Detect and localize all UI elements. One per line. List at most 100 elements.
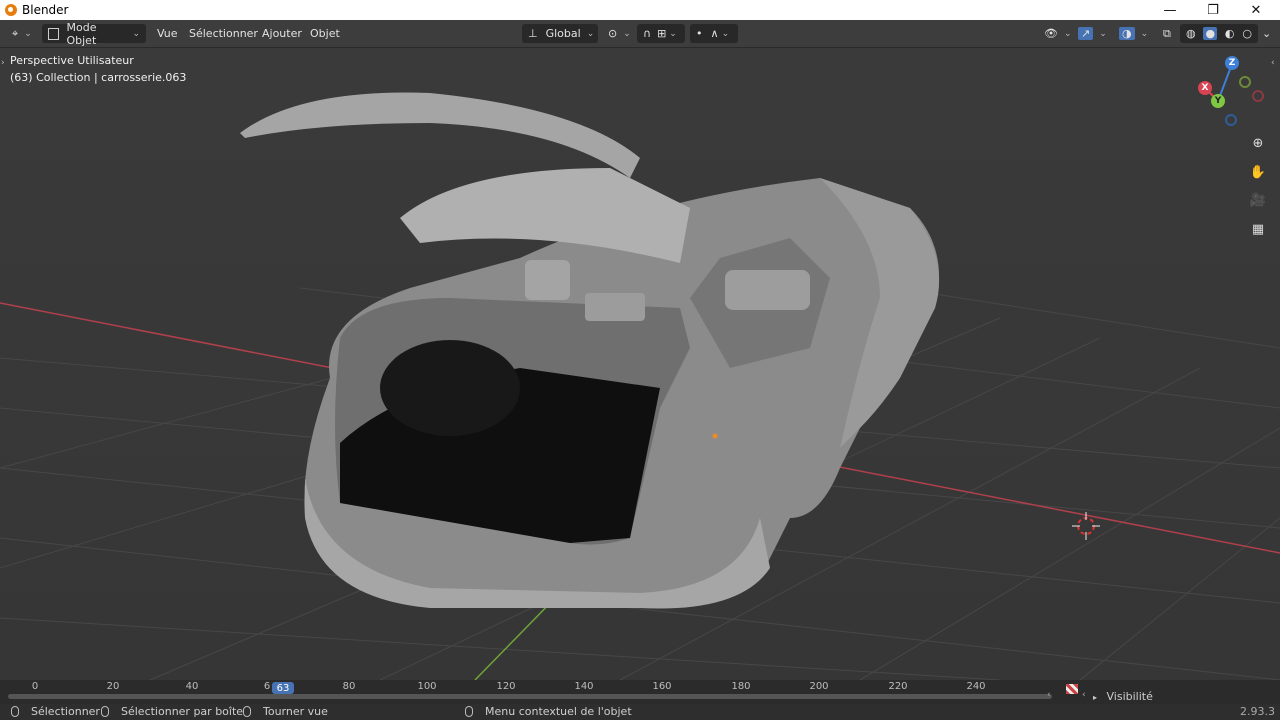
viewport-scene [0, 48, 1280, 680]
timeline-tick: 80 [342, 681, 356, 692]
status-rotate-hint: Tourner vue [243, 705, 328, 718]
chevron-down-icon: ⌄ [721, 28, 730, 39]
window-titlebar: Blender — ❐ ✕ [0, 0, 1280, 20]
view-name: Perspective Utilisateur [10, 54, 134, 67]
navigation-gizmo[interactable]: Z X Y [1193, 54, 1269, 130]
mode-label: Mode Objet [66, 20, 97, 47]
status-select-hint: Sélectionner [11, 705, 100, 718]
pivot-point-button[interactable]: ⊙ ⌄ [602, 24, 637, 43]
scroll-left-icon[interactable]: ‹ [1047, 690, 1051, 700]
status-select-label: Sélectionner [31, 705, 100, 718]
chevron-down-icon: ⌄ [669, 28, 677, 39]
perspective-grid-icon[interactable]: ▦ [1247, 218, 1269, 240]
pan-hand-icon[interactable]: ✋ [1247, 161, 1269, 183]
chevron-down-icon: ⌄ [1262, 27, 1272, 40]
orientation-dropdown[interactable]: ⊥ Global ⌄ [522, 24, 598, 43]
object-info: (63) Collection | carrosserie.063 [10, 71, 187, 84]
falloff-icon: ∧ [710, 27, 719, 40]
mouse-right-icon [465, 706, 473, 717]
snap-magnet-icon: ∩ [643, 27, 652, 40]
snap-button[interactable]: ∩ ⊞ ⌄ [637, 24, 685, 43]
chevron-down-icon: ⌄ [586, 28, 595, 39]
wireframe-shading-icon[interactable]: ◍ [1186, 27, 1196, 40]
proportional-edit-icon: • [696, 27, 703, 40]
status-rotate-label: Tourner vue [263, 705, 328, 718]
proportional-edit-button[interactable]: • ∧ ⌄ [690, 24, 738, 43]
mouse-middle-icon [243, 706, 251, 717]
timeline-tick: 160 [652, 681, 672, 692]
timeline-tick: 40 [185, 681, 199, 692]
expand-arrow-icon: ▸ [1093, 693, 1098, 702]
chevron-down-icon: ⌄ [1063, 28, 1072, 39]
chevron-down-icon: ⌄ [1099, 28, 1107, 39]
overlays-icon: ◑ [1119, 27, 1135, 40]
editor-type-button[interactable]: ⌖ ⌄ [6, 24, 38, 43]
3d-viewport[interactable]: Perspective Utilisateur (63) Collection … [0, 48, 1280, 680]
eye-icon: 👁 [1044, 27, 1058, 40]
visibility-panel-toggle[interactable]: ▸ Visibilité [1093, 690, 1153, 703]
timeline-tick: 220 [888, 681, 908, 692]
gizmo-toggle-button[interactable]: ↗ ⌄ [1072, 24, 1113, 43]
gizmo-neg-z-axis[interactable] [1225, 114, 1237, 126]
visibility-label: Visibilité [1106, 690, 1153, 703]
material-shading-icon[interactable]: ◐ [1225, 27, 1235, 40]
camera-icon[interactable]: 🎥 [1247, 189, 1269, 211]
status-box-select-label: Sélectionner par boîte [121, 705, 244, 718]
chevron-down-icon: ⌄ [1140, 28, 1149, 39]
toolbar-expand-icon[interactable]: › [1, 58, 5, 68]
overlays-toggle-button[interactable]: ◑ ⌄ [1113, 24, 1154, 43]
gizmo-y-axis[interactable]: Y [1211, 94, 1225, 108]
xray-toggle-button[interactable]: ⧉ [1157, 24, 1177, 43]
sidebar-expand-icon[interactable]: ‹ [1271, 58, 1275, 68]
timeline-tick: 200 [809, 681, 829, 692]
restore-icon[interactable]: ❐ [1193, 0, 1233, 20]
status-box-select-hint: Sélectionner par boîte [101, 705, 243, 718]
shading-mode-group: ◍ ● ◐ ○ [1180, 24, 1258, 43]
mouse-drag-icon [101, 706, 109, 717]
menu-vue[interactable]: Vue [151, 24, 184, 43]
shading-options-button[interactable]: ⌄ [1256, 24, 1277, 43]
scroll-right-icon[interactable]: ‹ [1082, 690, 1086, 700]
gizmo-neg-x-axis[interactable] [1252, 90, 1264, 102]
timeline-tick: 180 [731, 681, 751, 692]
version-label: 2.93.3 [1240, 705, 1275, 718]
object-mode-icon [48, 27, 60, 40]
timeline-tick: 140 [574, 681, 594, 692]
status-context-label: Menu contextuel de l'objet [485, 705, 632, 718]
menu-ajouter[interactable]: Ajouter [256, 24, 308, 43]
menu-selectionner[interactable]: Sélectionner [183, 24, 264, 43]
object-origin-dot [712, 433, 718, 439]
mouse-left-icon [11, 706, 19, 717]
editor-type-icon: ⌖ [12, 26, 19, 40]
current-frame-indicator[interactable]: 63 [272, 682, 294, 694]
gizmo-z-axis[interactable]: Z [1225, 56, 1239, 70]
viewport-header: ⌖ ⌄ Mode Objet ⌄ Vue Sélectionner Ajouter… [0, 20, 1280, 48]
timeline-scrollbar[interactable] [8, 694, 1052, 699]
status-bar: Sélectionner Sélectionner par boîte Tour… [0, 704, 1280, 720]
close-icon[interactable]: ✕ [1236, 0, 1276, 20]
snap-increment-icon: ⊞ [657, 27, 667, 40]
rendered-shading-icon[interactable]: ○ [1242, 27, 1252, 40]
gizmo-x-axis[interactable]: X [1198, 81, 1212, 95]
minimize-icon[interactable]: — [1150, 0, 1190, 20]
status-context-hint: Menu contextuel de l'objet [465, 705, 632, 718]
timeline-tick: 20 [106, 681, 120, 692]
timeline-tick: 100 [417, 681, 437, 692]
window-title: Blender [22, 3, 69, 17]
orientation-label: Global [545, 27, 581, 40]
timeline-tick: 120 [496, 681, 516, 692]
xray-icon: ⧉ [1163, 26, 1171, 40]
timeline[interactable]: 0 20 40 6 80 100 120 140 160 180 200 220… [0, 680, 1280, 704]
timeline-tick: 6 [263, 681, 271, 692]
zoom-icon[interactable]: ⊕ [1247, 132, 1269, 154]
gizmo-neg-y-axis[interactable] [1239, 76, 1251, 88]
solid-shading-icon[interactable]: ● [1203, 27, 1218, 40]
blender-logo-icon [5, 4, 17, 16]
gizmo-icon: ↗ [1078, 27, 1094, 40]
chevron-down-icon: ⌄ [132, 28, 140, 39]
chevron-down-icon: ⌄ [24, 28, 32, 39]
menu-objet[interactable]: Objet [304, 24, 346, 43]
mode-dropdown[interactable]: Mode Objet ⌄ [42, 21, 146, 47]
timeline-tick: 0 [31, 681, 39, 692]
timeline-tick: 240 [966, 681, 986, 692]
